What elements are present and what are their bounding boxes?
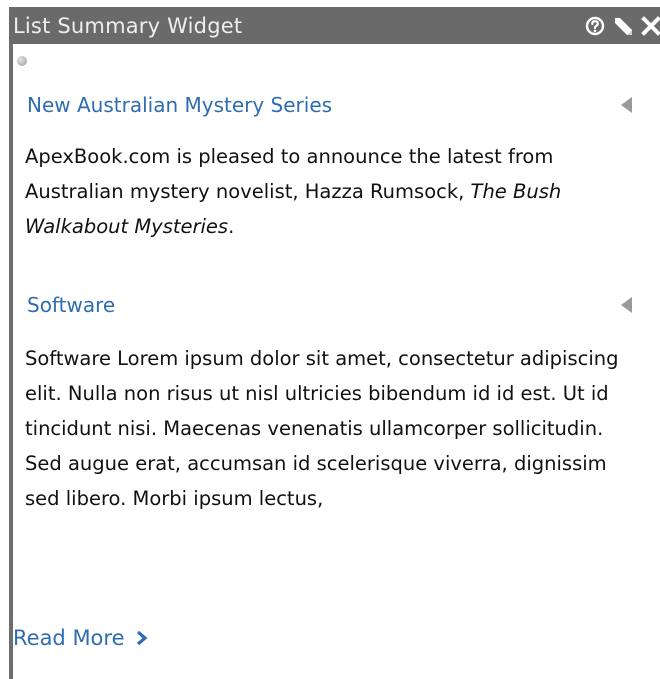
- read-more-link[interactable]: Read More: [13, 625, 149, 651]
- widget-controls: [584, 14, 660, 38]
- item-summary: ApexBook.com is pleased to announce the …: [25, 139, 633, 244]
- collapse-arrow-icon[interactable]: [618, 95, 636, 115]
- read-more-label: Read More: [13, 626, 125, 650]
- list-item-header: Software: [27, 292, 636, 320]
- item-title-link[interactable]: Software: [27, 292, 115, 318]
- chevron-right-icon: [136, 630, 147, 646]
- status-dot-icon: [17, 56, 27, 66]
- collapse-arrow-icon[interactable]: [618, 295, 636, 315]
- widget-titlebar: List Summary Widget: [9, 7, 660, 44]
- widget-content: New Australian Mystery Series ApexBook.c…: [13, 44, 660, 679]
- list-item-header: New Australian Mystery Series: [27, 92, 636, 120]
- list-summary-widget: List Summary Widget New Australian Myste…: [9, 7, 660, 679]
- item-summary-end: .: [228, 215, 235, 238]
- pencil-icon[interactable]: [612, 15, 634, 37]
- help-icon[interactable]: [584, 15, 606, 37]
- widget-title: List Summary Widget: [13, 14, 243, 38]
- item-summary: Software Lorem ipsum dolor sit amet, con…: [25, 347, 619, 510]
- item-title-link[interactable]: New Australian Mystery Series: [27, 92, 332, 118]
- close-icon[interactable]: [640, 15, 660, 37]
